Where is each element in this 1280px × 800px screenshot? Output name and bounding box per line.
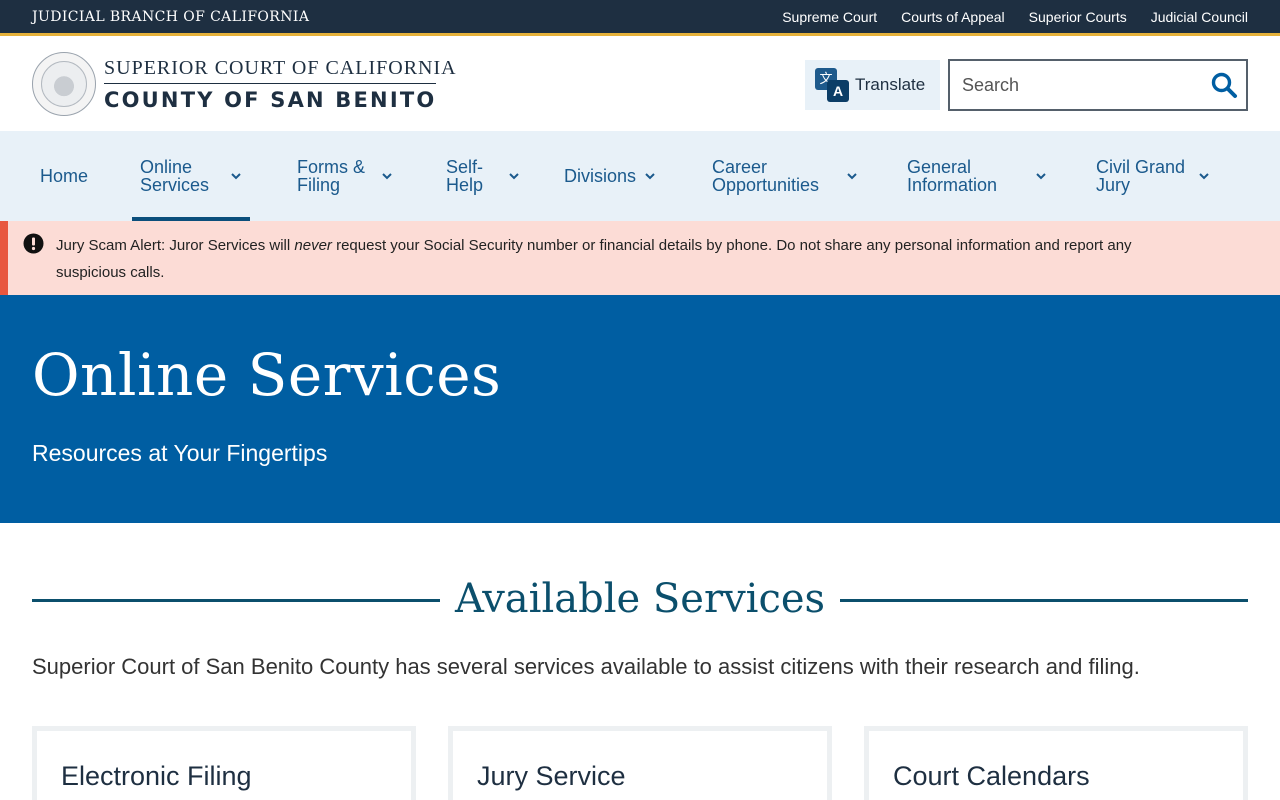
court-name-divider [104, 83, 436, 84]
search-icon [1211, 72, 1237, 98]
nav-item-divisions[interactable]: Divisions [564, 131, 656, 221]
service-card-court-calendars[interactable]: Court Calendars [864, 726, 1248, 800]
nav-item-self-help[interactable]: Self-Help [446, 131, 520, 221]
site-header: SUPERIOR COURT OF CALIFORNIA COUNTY OF S… [0, 39, 1280, 131]
card-title: Electronic Filing [61, 761, 252, 791]
page-title: Online Services [32, 341, 502, 409]
search-box [948, 59, 1248, 111]
nav-item-forms-filing[interactable]: Forms & Filing [297, 131, 393, 221]
chevron-down-icon [231, 173, 241, 180]
translate-icon: 文 A [813, 67, 849, 103]
service-card-jury-service[interactable]: Jury Service [448, 726, 832, 800]
page-subtitle: Resources at Your Fingertips [32, 440, 328, 466]
primary-nav: Home Online Services Forms & Filing Self… [0, 131, 1280, 221]
court-seal-logo[interactable] [32, 52, 96, 116]
court-name-line1: SUPERIOR COURT OF CALIFORNIA [104, 57, 457, 79]
chevron-down-icon [645, 173, 655, 180]
link-courts-of-appeal[interactable]: Courts of Appeal [901, 9, 1005, 25]
chevron-down-icon [382, 173, 392, 180]
card-title: Court Calendars [893, 761, 1090, 791]
chevron-down-icon [509, 173, 519, 180]
link-superior-courts[interactable]: Superior Courts [1029, 9, 1127, 25]
search-button[interactable] [1210, 71, 1238, 99]
nav-item-general-information[interactable]: General Information [907, 131, 1047, 221]
exclamation-circle-icon [23, 233, 44, 254]
jury-scam-alert: Jury Scam Alert: Juror Services will nev… [0, 221, 1280, 295]
nav-item-career-opportunities[interactable]: Career Opportunities [712, 131, 858, 221]
page-hero: Online Services Resources at Your Finger… [0, 295, 1280, 523]
card-title: Jury Service [477, 761, 626, 791]
chevron-down-icon [847, 173, 857, 180]
court-name[interactable]: SUPERIOR COURT OF CALIFORNIA COUNTY OF S… [104, 57, 457, 112]
nav-item-civil-grand-jury[interactable]: Civil Grand Jury [1096, 131, 1210, 221]
service-card-electronic-filing[interactable]: Electronic Filing [32, 726, 416, 800]
nav-item-online-services[interactable]: Online Services [132, 131, 250, 221]
seal-emblem-icon [41, 61, 87, 107]
court-name-line2: COUNTY OF SAN BENITO [104, 88, 437, 112]
translate-label: Translate [855, 75, 926, 94]
chevron-down-icon [1036, 173, 1046, 180]
judicial-branch-label: JUDICIAL BRANCH OF CALIFORNIA [32, 9, 310, 25]
utility-links: Supreme Court Courts of Appeal Superior … [782, 9, 1248, 25]
heading-rule-right [840, 599, 1248, 602]
alert-emphasis: never [294, 237, 332, 254]
search-input[interactable] [950, 61, 1200, 109]
translate-button[interactable]: 文 A Translate [805, 60, 940, 110]
link-judicial-council[interactable]: Judicial Council [1151, 9, 1248, 25]
alert-message: Jury Scam Alert: Juror Services will nev… [56, 237, 1132, 281]
intro-text: Superior Court of San Benito County has … [32, 654, 1140, 679]
link-supreme-court[interactable]: Supreme Court [782, 9, 877, 25]
chevron-down-icon [1199, 173, 1209, 180]
utility-bar: JUDICIAL BRANCH OF CALIFORNIA Supreme Co… [0, 0, 1280, 36]
nav-item-home[interactable]: Home [40, 131, 88, 221]
section-heading: Available Services [32, 576, 1248, 626]
